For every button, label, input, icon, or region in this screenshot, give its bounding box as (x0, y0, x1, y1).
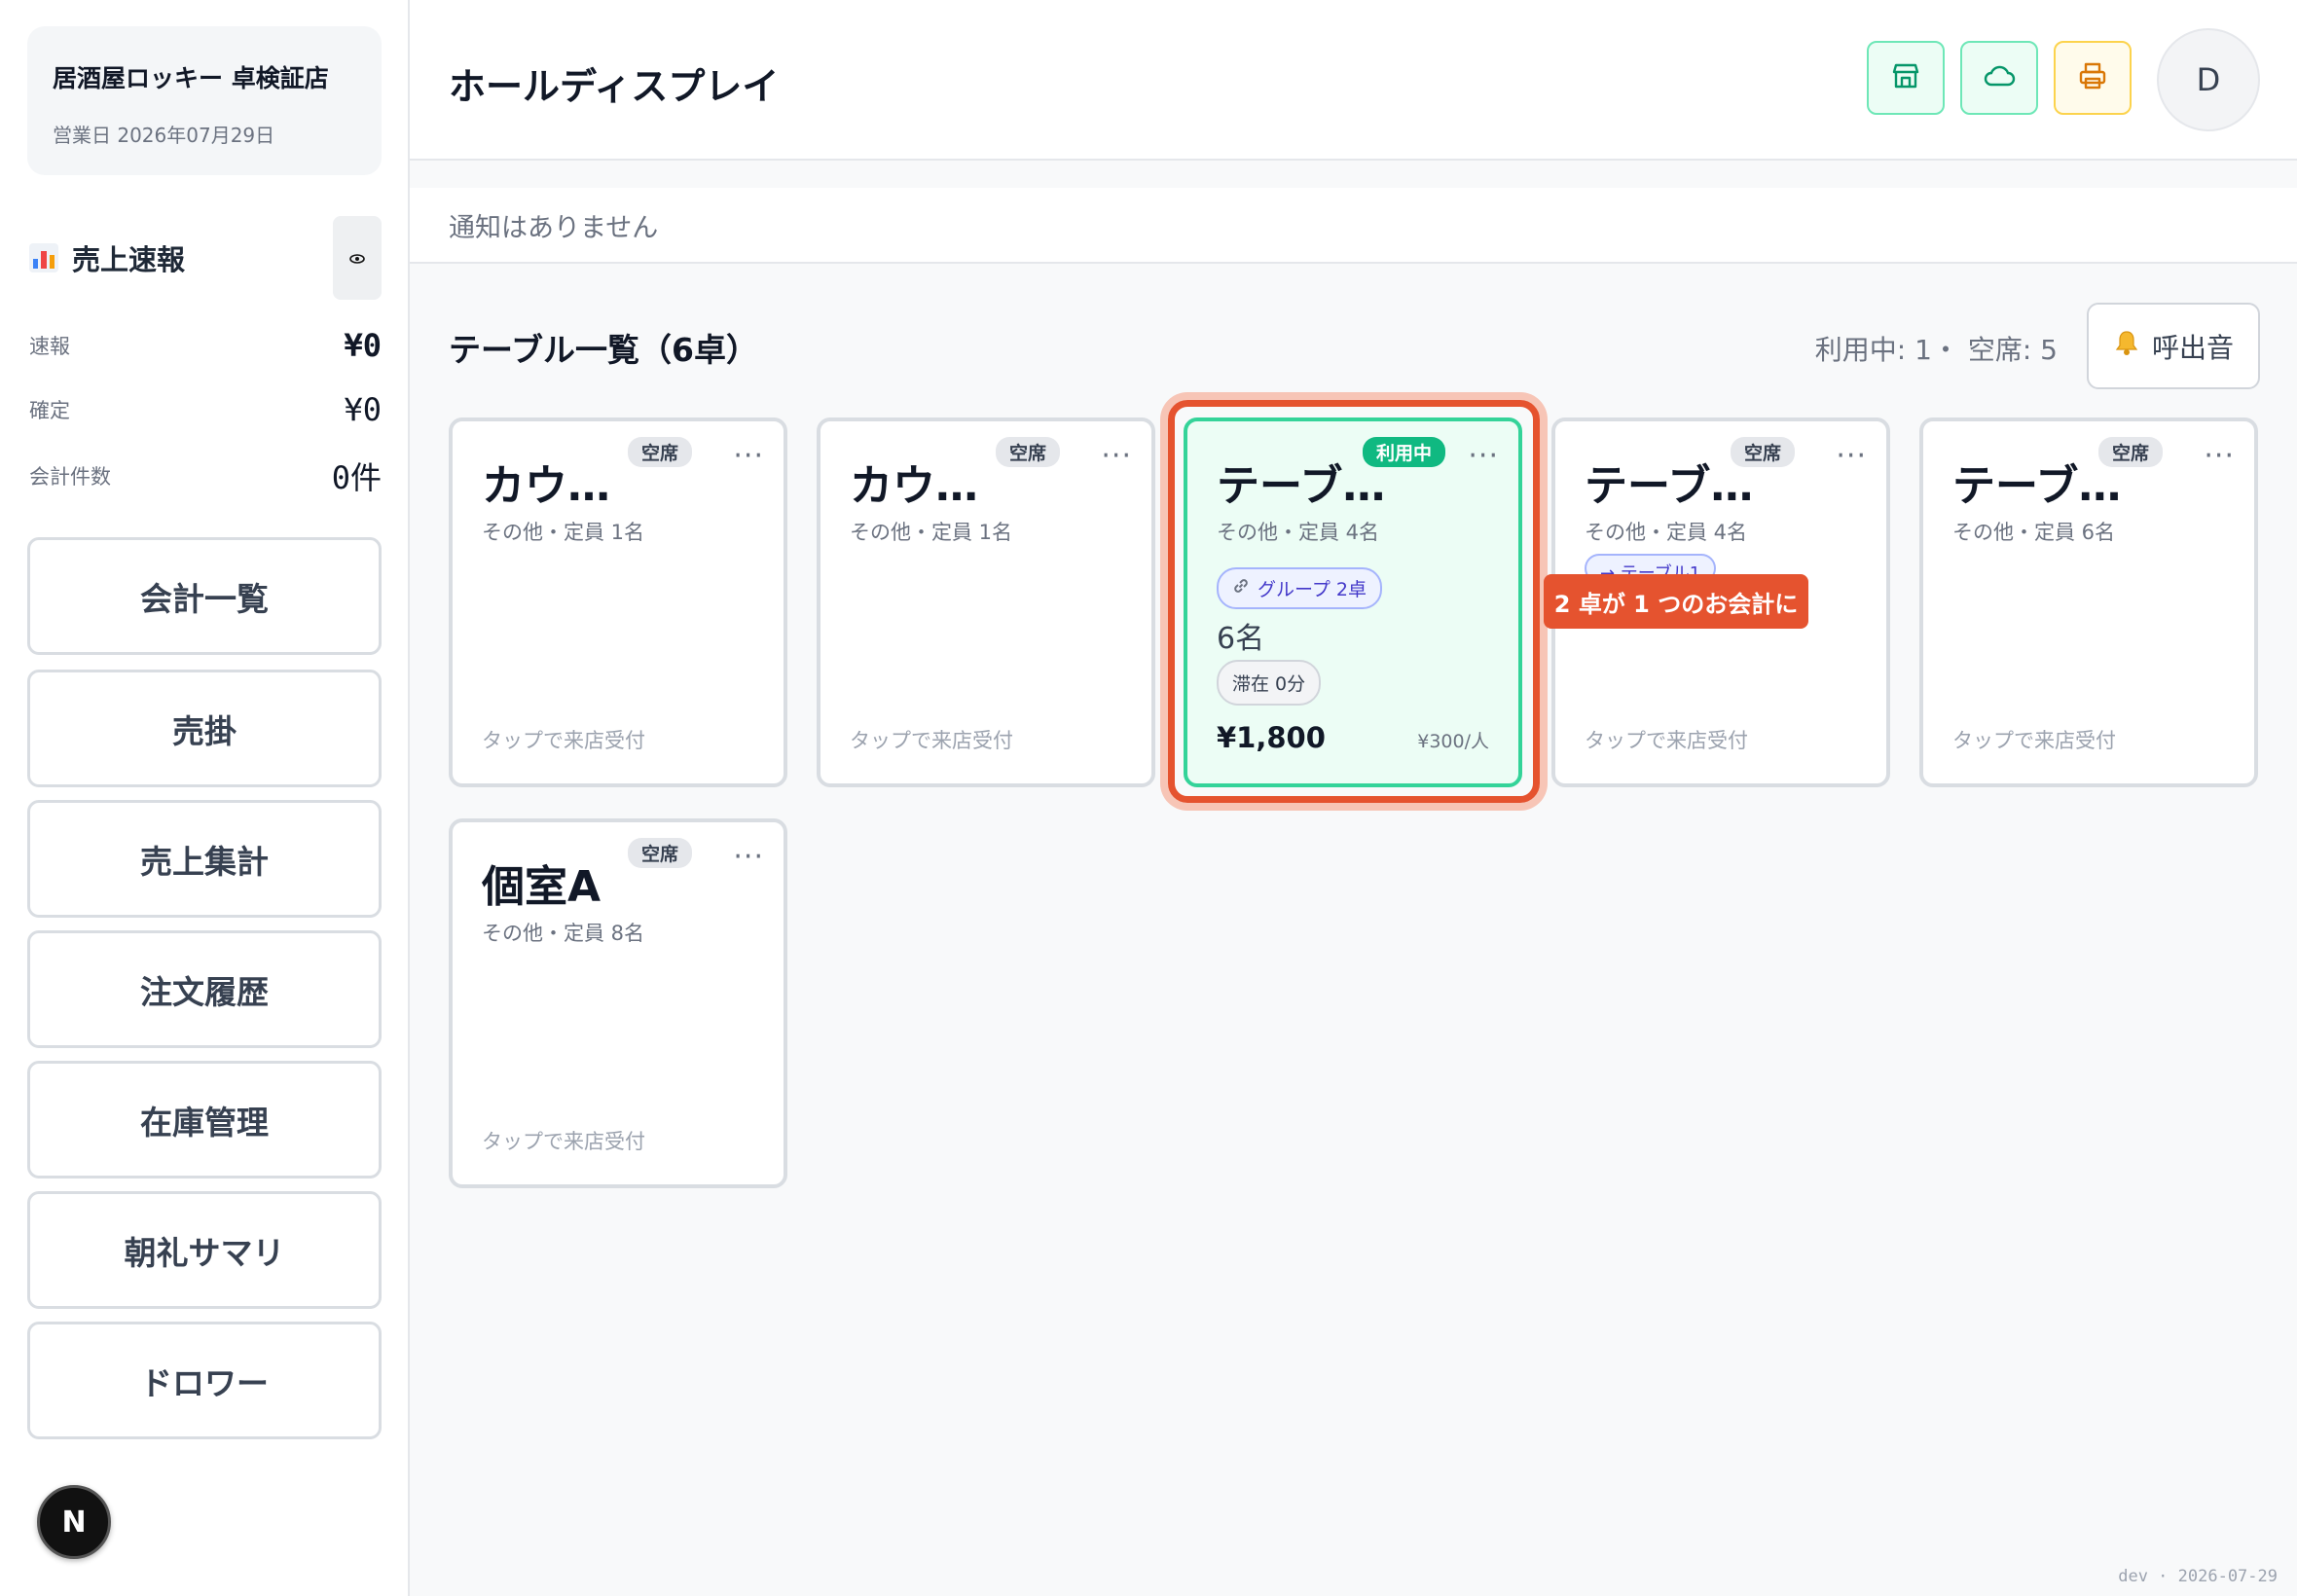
menu-morning-summary-button[interactable]: 朝礼サマリ (27, 1191, 382, 1309)
link-icon (1232, 577, 1250, 599)
table-capacity: その他・定員 1名 (482, 521, 645, 544)
more-options-icon[interactable]: ··· (1101, 439, 1132, 473)
table-occupancy-counts: 利用中: 1・ 空席: 5 (1814, 334, 2058, 366)
status-badge: 空席 (1731, 437, 1796, 467)
next-icon: N (61, 1505, 87, 1540)
bill-amount: ¥1,800 (1217, 721, 1326, 754)
stat-label: 確定 (29, 399, 70, 422)
call-sound-button[interactable]: 呼出音 (2087, 303, 2260, 389)
tap-hint: タップで来店受付 (1952, 729, 2116, 752)
table-capacity: その他・定員 8名 (482, 922, 645, 945)
table-name: 個室A (482, 862, 602, 912)
build-info: dev · 2026-07-29 (2118, 1567, 2278, 1586)
more-options-icon[interactable]: ··· (733, 439, 764, 473)
stat-value: ¥0 (344, 327, 382, 364)
more-options-icon[interactable]: ··· (1836, 439, 1867, 473)
more-options-icon[interactable]: ··· (1468, 439, 1499, 473)
tap-hint: タップで来店受付 (850, 729, 1013, 752)
stat-checkout-count: 会計件数 0件 (29, 453, 382, 498)
print-button[interactable] (2054, 41, 2132, 115)
table-card[interactable]: テーブ… 空席 ··· その他・定員 6名 タップで来店受付 (1919, 417, 2258, 787)
stat-confirmed: 確定 ¥0 (29, 391, 382, 428)
bar-chart-icon (29, 243, 58, 272)
cloud-sync-button[interactable] (1960, 41, 2038, 115)
call-sound-label: 呼出音 (2151, 331, 2234, 364)
table-list-title: テーブル一覧（6卓） (449, 331, 758, 369)
table-name: カウ… (482, 461, 610, 511)
more-options-icon[interactable]: ··· (2204, 439, 2235, 473)
table-name: テーブ… (1217, 461, 1386, 511)
table-name: テーブ… (1585, 461, 1754, 511)
guest-count: 6名 (1217, 622, 1265, 656)
cloud-icon (1983, 63, 2016, 92)
page-title: ホールディスプレイ (449, 65, 780, 108)
table-card[interactable]: カウ… 空席 ··· その他・定員 1名 タップで来店受付 (449, 417, 787, 787)
dev-tools-button[interactable]: N (37, 1485, 111, 1559)
menu-checkout-list-button[interactable]: 会計一覧 (27, 537, 382, 655)
stat-label: 速報 (29, 335, 70, 358)
status-badge: 利用中 (1363, 437, 1446, 467)
sales-summary-title: 売上速報 (29, 237, 185, 278)
table-capacity: その他・定員 4名 (1585, 521, 1748, 544)
eye-icon (349, 249, 365, 268)
top-header: ホールディスプレイ D (410, 0, 2297, 161)
table-name: テーブ… (1952, 461, 2122, 511)
status-badge: 空席 (996, 437, 1061, 467)
tap-hint: タップで来店受付 (1585, 729, 1748, 752)
business-date: 営業日 2026年07月29日 (53, 124, 275, 147)
menu-drawer-button[interactable]: ドロワー (27, 1322, 382, 1439)
status-badge: 空席 (2098, 437, 2164, 467)
user-avatar[interactable]: D (2157, 28, 2260, 131)
sidebar: 居酒屋ロッキー 卓検証店 営業日 2026年07月29日 売上速報 速報 ¥0 … (0, 0, 410, 1596)
group-chip[interactable]: グループ 2卓 (1217, 567, 1382, 609)
printer-icon (2077, 60, 2108, 95)
sales-summary-header: 売上速報 (29, 216, 382, 300)
menu-credit-sales-button[interactable]: 売掛 (27, 670, 382, 787)
stat-label: 会計件数 (29, 465, 111, 489)
toggle-visibility-button[interactable] (333, 216, 382, 300)
stat-flash: 速報 ¥0 (29, 327, 382, 364)
stat-value: ¥0 (344, 391, 382, 428)
menu-inventory-button[interactable]: 在庫管理 (27, 1061, 382, 1179)
bell-icon (2113, 329, 2140, 363)
more-options-icon[interactable]: ··· (733, 840, 764, 874)
store-name: 居酒屋ロッキー 卓検証店 (53, 64, 329, 92)
table-capacity: その他・定員 4名 (1217, 521, 1380, 544)
table-name: カウ… (850, 461, 978, 511)
menu-order-history-button[interactable]: 注文履歴 (27, 930, 382, 1048)
table-card[interactable]: カウ… 空席 ··· その他・定員 1名 タップで来店受付 (817, 417, 1155, 787)
stay-time: 滞在 0分 (1217, 660, 1322, 706)
table-card[interactable]: 個室A 空席 ··· その他・定員 8名 タップで来店受付 (449, 818, 787, 1188)
notification-bar: 通知はありません (410, 188, 2297, 264)
tap-hint: タップで来店受付 (482, 729, 645, 752)
menu-sales-summary-button[interactable]: 売上集計 (27, 800, 382, 918)
store-icon (1890, 60, 1921, 95)
tap-hint: タップで来店受付 (482, 1130, 645, 1153)
table-card-active[interactable]: テーブ… 利用中 ··· その他・定員 4名 グループ 2卓 6名 滞在 0分 … (1184, 417, 1522, 787)
group-label: グループ 2卓 (1258, 579, 1367, 600)
status-badge: 空席 (628, 838, 693, 868)
store-info: 居酒屋ロッキー 卓検証店 営業日 2026年07月29日 (27, 26, 382, 175)
group-tooltip: 2 卓が 1 つのお会計に (1544, 574, 1808, 629)
table-capacity: その他・定員 1名 (850, 521, 1013, 544)
status-badge: 空席 (628, 437, 693, 467)
stat-value: 0件 (331, 459, 382, 496)
store-button[interactable] (1867, 41, 1945, 115)
per-person-amount: ¥300/人 (1417, 731, 1489, 752)
sales-summary-label: 売上速報 (72, 243, 186, 276)
table-capacity: その他・定員 6名 (1952, 521, 2116, 544)
